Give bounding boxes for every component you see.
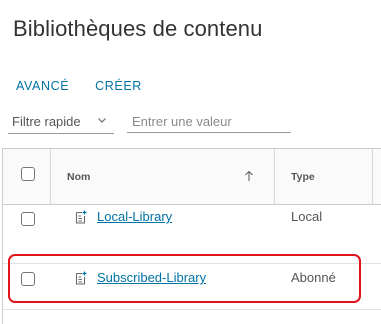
action-bar: AVANCÉ CRÉER <box>16 79 142 93</box>
sort-ascending-icon[interactable] <box>243 170 255 182</box>
column-header-name[interactable]: Nom <box>67 171 90 183</box>
table-header: Nom Type <box>3 149 381 205</box>
chevron-down-icon <box>98 118 106 123</box>
row-checkbox[interactable] <box>21 212 35 226</box>
content-library-icon <box>75 271 87 285</box>
filter-value-input[interactable] <box>127 110 291 133</box>
quick-filter-value: Filtre rapide <box>12 114 81 129</box>
type-cell: Abonné <box>291 270 336 285</box>
column-header-type[interactable]: Type <box>291 171 315 183</box>
library-link[interactable]: Local-Library <box>97 209 172 224</box>
page-title: Bibliothèques de contenu <box>13 16 263 41</box>
create-button[interactable]: CRÉER <box>95 79 142 93</box>
select-all-checkbox[interactable] <box>21 167 35 181</box>
column-separator <box>50 149 51 204</box>
column-separator[interactable] <box>274 149 275 204</box>
column-separator[interactable] <box>372 149 373 204</box>
row-divider <box>3 309 381 310</box>
row-checkbox[interactable] <box>21 272 35 286</box>
content-library-grid: Nom Type Local-Library Local Subscribed-… <box>2 148 381 324</box>
content-library-icon <box>75 210 87 224</box>
table-row: Local-Library Local <box>3 205 381 257</box>
quick-filter-select[interactable]: Filtre rapide <box>8 110 114 134</box>
library-link[interactable]: Subscribed-Library <box>97 270 206 285</box>
type-cell: Local <box>291 209 323 224</box>
advanced-button[interactable]: AVANCÉ <box>16 79 69 93</box>
